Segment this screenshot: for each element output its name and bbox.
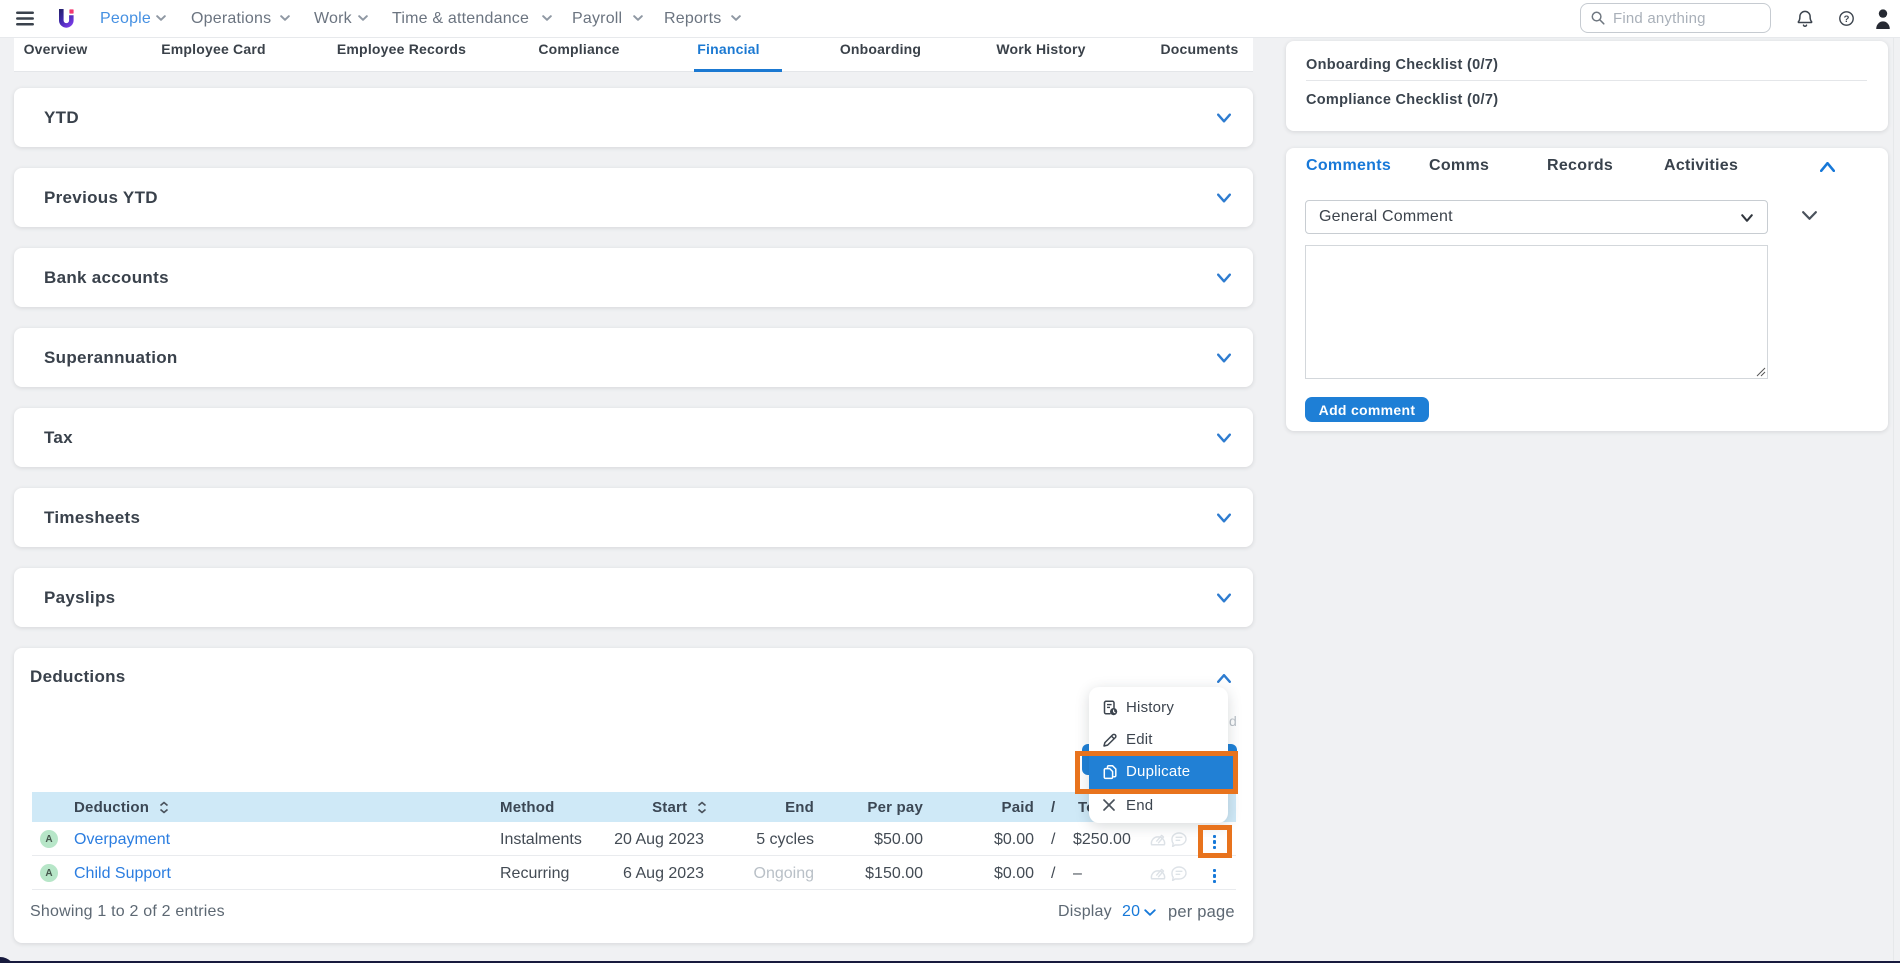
svg-text:?: ? — [1844, 14, 1850, 25]
